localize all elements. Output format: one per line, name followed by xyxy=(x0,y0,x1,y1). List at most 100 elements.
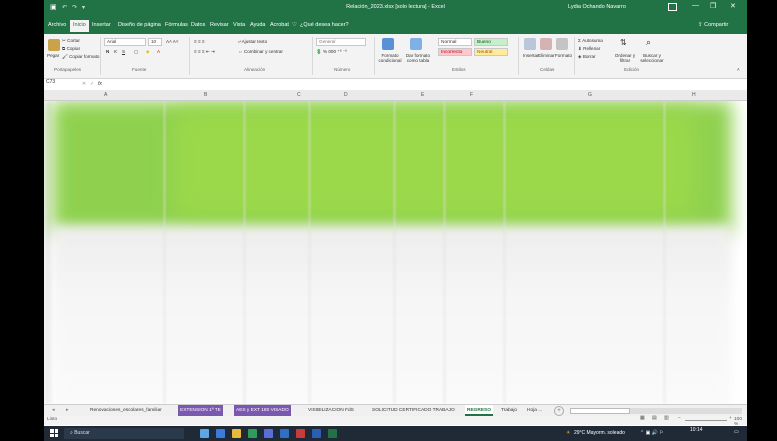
format-as-table-button[interactable]: Dar formato como tabla xyxy=(404,53,432,63)
tab-datos[interactable]: Datos xyxy=(191,22,205,28)
page-break-icon[interactable]: ▥ xyxy=(664,416,669,421)
format-cells-icon[interactable] xyxy=(556,38,568,50)
format-painter-button[interactable]: 🖌 Copiar formato xyxy=(62,54,100,60)
style-normal[interactable]: Normal xyxy=(438,38,472,46)
tab-insertar[interactable]: Insertar xyxy=(92,22,111,28)
horizontal-scrollbar[interactable] xyxy=(570,408,742,414)
sort-filter-button[interactable]: Ordenar y filtrar xyxy=(614,53,636,63)
sheet-prev-icon[interactable]: ◂ xyxy=(52,408,54,413)
system-tray-icons[interactable]: ⌃ ▣ 🔊 ⚐ xyxy=(640,430,664,436)
number-format-icons[interactable]: 💲 % 000 ⁺⁰ ⁻⁰ xyxy=(316,49,347,55)
insert-function-icon[interactable]: fx xyxy=(98,81,102,87)
sheet-tab-renovaciones[interactable]: Renovaciones_escolares_familiar xyxy=(88,405,164,416)
italic-icon[interactable]: K xyxy=(114,49,117,54)
copy-button[interactable]: ⧉ Copiar xyxy=(62,46,80,51)
tab-formulas[interactable]: Fórmulas xyxy=(165,22,188,28)
taskview-icon[interactable] xyxy=(200,429,209,438)
sheet-tab-solicitud[interactable]: SOLICITUD CERTIFICADO TRABAJO xyxy=(370,405,457,416)
word-icon[interactable] xyxy=(312,429,321,438)
tab-diseno-pagina[interactable]: Diseño de página xyxy=(118,22,161,28)
tab-acrobat[interactable]: Acrobat xyxy=(270,22,289,28)
column-header-d[interactable]: D xyxy=(344,92,348,98)
sort-filter-icon[interactable]: ⇅ xyxy=(620,38,627,47)
excel-icon[interactable] xyxy=(328,429,337,438)
font-name-select[interactable]: Arial xyxy=(104,38,146,46)
align-left-icons[interactable]: ≡ ≡ ≡ ⇤ ⇥ xyxy=(194,49,215,55)
sheet-next-icon[interactable]: ▸ xyxy=(66,408,68,413)
align-top-icons[interactable]: ≡ ≡ ≡ xyxy=(194,39,205,44)
font-size-select[interactable]: 10 xyxy=(148,38,162,46)
edge-icon[interactable] xyxy=(216,429,225,438)
zoom-in-icon[interactable]: + xyxy=(729,416,732,421)
find-select-icon[interactable]: ⌕ xyxy=(646,37,651,48)
insert-cells-icon[interactable] xyxy=(524,38,536,50)
tell-me-search[interactable]: ¿Qué desea hacer? xyxy=(300,22,349,28)
add-sheet-icon[interactable]: + xyxy=(554,406,564,416)
column-header-b[interactable]: B xyxy=(204,92,207,98)
insert-button[interactable]: Insertar xyxy=(523,53,539,58)
wrap-text-button[interactable]: ⤶ Ajustar texto xyxy=(238,39,267,44)
taskbar-search[interactable]: ⌕ Buscar xyxy=(64,428,184,439)
tab-ayuda[interactable]: Ayuda xyxy=(250,22,266,28)
autosum-button[interactable]: Σ Autosuma xyxy=(578,38,603,43)
column-header-e[interactable]: E xyxy=(421,92,424,98)
column-header-f[interactable]: F xyxy=(470,92,473,98)
chrome-icon[interactable] xyxy=(248,429,257,438)
zoom-out-icon[interactable]: − xyxy=(678,416,681,421)
notifications-icon[interactable]: ▭ xyxy=(734,429,739,435)
weather-text[interactable]: 29°C Mayorm. soleado xyxy=(574,430,625,436)
conditional-format-icon[interactable] xyxy=(382,38,394,50)
underline-icon[interactable]: S xyxy=(122,49,125,54)
outlook-icon[interactable] xyxy=(280,429,289,438)
conditional-format-button[interactable]: Formato condicional xyxy=(376,53,404,63)
sheet-tab-hoja[interactable]: Hoja ... xyxy=(525,405,544,416)
find-select-button[interactable]: Buscar y seleccionar xyxy=(640,53,664,63)
name-box[interactable]: C73 xyxy=(44,79,76,88)
windows-start-icon[interactable] xyxy=(50,429,58,437)
column-header-a[interactable]: A xyxy=(104,92,107,98)
column-header-h[interactable]: H xyxy=(692,92,696,98)
sheet-tab-trabajo[interactable]: Trabajo xyxy=(499,405,519,416)
tab-inicio[interactable]: Inicio xyxy=(70,20,89,32)
formula-cancel-icon[interactable]: ✕ xyxy=(82,81,86,87)
style-neutral[interactable]: Neutral xyxy=(474,48,508,56)
cut-button[interactable]: ✂ Cortar xyxy=(62,38,80,44)
font-color-icon[interactable]: A xyxy=(157,49,160,54)
column-header-g[interactable]: G xyxy=(588,92,592,98)
close-icon[interactable]: ✕ xyxy=(730,2,736,10)
clear-button[interactable]: ◈ Borrar xyxy=(578,54,596,60)
sheet-tab-regreso[interactable]: REGRESO xyxy=(465,405,493,416)
page-layout-icon[interactable]: ▤ xyxy=(652,416,657,421)
grow-shrink-font-icon[interactable]: A˄ A˅ xyxy=(166,39,179,44)
tab-vista[interactable]: Vista xyxy=(233,22,245,28)
minimize-icon[interactable]: — xyxy=(692,2,699,9)
formula-enter-icon[interactable]: ✓ xyxy=(90,81,94,87)
borders-icon[interactable]: ▢ xyxy=(134,49,138,55)
clock-time[interactable]: 10:14 xyxy=(690,427,703,433)
delete-button[interactable]: Eliminar xyxy=(538,53,555,58)
teams-icon[interactable] xyxy=(264,429,273,438)
paste-icon[interactable] xyxy=(48,39,60,51)
zoom-slider[interactable] xyxy=(685,420,727,421)
number-format-select[interactable]: General xyxy=(316,38,366,46)
sheet-tab-extension[interactable]: EXTENSION 1ª TE xyxy=(178,405,223,416)
column-header-c[interactable]: C xyxy=(297,92,301,98)
tab-revisar[interactable]: Revisar xyxy=(210,22,229,28)
collapse-ribbon-icon[interactable]: ˄ xyxy=(737,67,740,72)
style-incorrecto[interactable]: Incorrecto xyxy=(438,48,472,56)
merge-center-button[interactable]: ⇔ Combinar y centrar xyxy=(238,49,283,54)
style-bueno[interactable]: Bueno xyxy=(474,38,508,46)
fill-color-icon[interactable]: ◆ xyxy=(146,49,150,55)
acrobat-icon[interactable] xyxy=(296,429,305,438)
sheet-tab-aes-ext[interactable]: AES y EXT 180 VISADO xyxy=(234,405,291,416)
fill-button[interactable]: ⬇ Rellenar xyxy=(578,46,600,52)
tab-archivo[interactable]: Archivo xyxy=(48,22,66,28)
maximize-icon[interactable]: ❐ xyxy=(710,2,716,10)
bold-icon[interactable]: N xyxy=(106,49,109,54)
sheet-tab-visibilizacion[interactable]: VISIBILIZACION FdS xyxy=(306,405,356,416)
file-explorer-icon[interactable] xyxy=(232,429,241,438)
paste-button[interactable]: Pegar xyxy=(47,53,59,58)
format-button[interactable]: Formato xyxy=(555,53,572,58)
user-name[interactable]: Lydia Ochando Navarro xyxy=(568,4,626,10)
normal-view-icon[interactable]: ▦ xyxy=(640,416,645,421)
